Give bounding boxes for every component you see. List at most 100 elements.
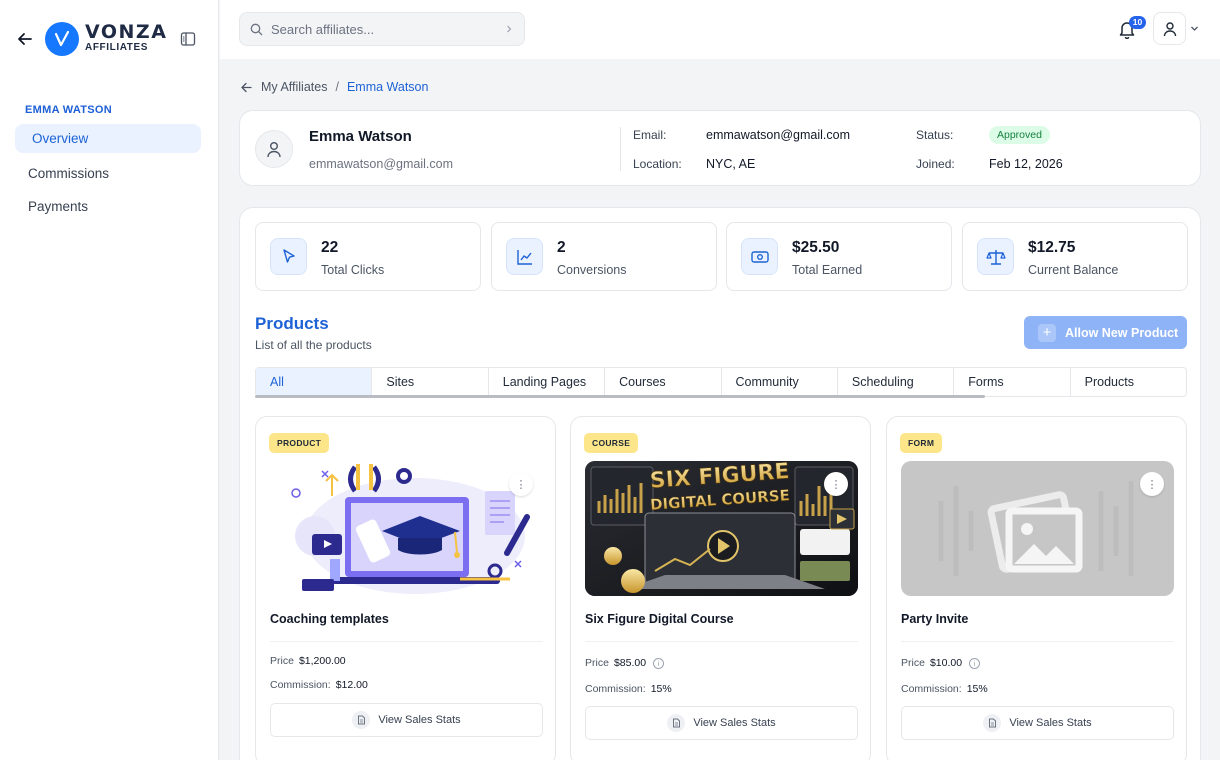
user-icon bbox=[1163, 21, 1176, 36]
products-subtitle: List of all the products bbox=[255, 338, 372, 352]
commission-label: Commission: bbox=[270, 679, 331, 691]
sidebar-item-payments[interactable]: Payments bbox=[15, 192, 201, 221]
back-arrow-icon[interactable] bbox=[240, 81, 253, 94]
line-chart-icon bbox=[506, 238, 543, 275]
product-thumbnail: ⋮ bbox=[270, 461, 543, 596]
stat-total-earned: $25.50 Total Earned bbox=[726, 222, 952, 291]
product-card[interactable]: PRODUCT ⋮ Coaching templates Price $1,20… bbox=[255, 416, 556, 760]
divider bbox=[270, 641, 543, 642]
view-sales-stats-label: View Sales Stats bbox=[1009, 717, 1092, 729]
stat-value: $25.50 bbox=[792, 239, 840, 256]
commission-row: Commission: $12.00 bbox=[270, 679, 368, 691]
product-type-tag: COURSE bbox=[584, 433, 639, 453]
product-name: Party Invite bbox=[901, 612, 969, 626]
education-illustration bbox=[291, 464, 530, 594]
product-card[interactable]: FORM ⋮ Party Invite Price $10.00 i Commi… bbox=[886, 416, 1187, 760]
product-thumbnail: ⋮ bbox=[901, 461, 1174, 596]
notification-badge: 10 bbox=[1129, 16, 1146, 29]
breadcrumb-current: Emma Watson bbox=[346, 80, 429, 94]
commission-label: Commission: bbox=[585, 683, 646, 695]
product-type-tag: FORM bbox=[900, 433, 943, 453]
tab-community[interactable]: Community bbox=[722, 368, 838, 396]
tab-courses[interactable]: Courses bbox=[605, 368, 722, 396]
commission-label: Commission: bbox=[901, 683, 962, 695]
chevron-down-icon[interactable] bbox=[1190, 24, 1199, 33]
stat-label: Total Clicks bbox=[321, 263, 385, 277]
price-label: Price bbox=[270, 655, 294, 667]
cursor-icon bbox=[270, 238, 307, 275]
stat-total-clicks: 22 Total Clicks bbox=[255, 222, 481, 291]
email-value: emmawatson@gmail.com bbox=[706, 128, 850, 142]
brand-sub: AFFILIATES bbox=[85, 42, 149, 53]
search-placeholder: Search affiliates... bbox=[271, 22, 375, 37]
user-menu-button[interactable] bbox=[1153, 12, 1186, 45]
brand-logo: VONZA AFFILIATES bbox=[85, 22, 167, 54]
document-icon bbox=[983, 714, 1002, 732]
view-sales-stats-button[interactable]: View Sales Stats bbox=[270, 703, 543, 737]
product-type-tabs: All Sites Landing Pages Courses Communit… bbox=[255, 367, 1187, 397]
status-badge: Approved bbox=[989, 126, 1050, 144]
location-label: Location: bbox=[633, 157, 682, 171]
product-type-tag: PRODUCT bbox=[269, 433, 330, 453]
stat-value: $12.75 bbox=[1028, 239, 1076, 256]
price-value: $85.00 bbox=[613, 657, 647, 669]
price-value: $10.00 bbox=[929, 657, 963, 669]
commission-row: Commission: 15% bbox=[585, 683, 672, 695]
sidebar: VONZA AFFILIATES EMMA WATSON Overview Co… bbox=[0, 0, 219, 760]
tab-sites[interactable]: Sites bbox=[372, 368, 489, 396]
sidebar-item-commissions[interactable]: Commissions bbox=[15, 159, 201, 188]
product-card[interactable]: COURSE SIX FIGURE DIGITAL COURSE ⋮ Six F… bbox=[570, 416, 871, 760]
document-icon bbox=[667, 714, 686, 732]
tab-landing-pages[interactable]: Landing Pages bbox=[489, 368, 606, 396]
products-title: Products bbox=[255, 314, 329, 333]
price-row: Price $10.00 i bbox=[901, 657, 981, 669]
info-icon[interactable]: i bbox=[653, 657, 665, 669]
stat-conversions: 2 Conversions bbox=[491, 222, 717, 291]
divider bbox=[585, 641, 858, 642]
chevron-right-icon bbox=[507, 25, 512, 33]
info-icon[interactable]: i bbox=[969, 657, 981, 669]
commission-value: 15% bbox=[650, 683, 672, 695]
search-input[interactable]: Search affiliates... bbox=[239, 12, 525, 46]
breadcrumb-parent[interactable]: My Affiliates bbox=[261, 80, 327, 94]
more-options-icon[interactable]: ⋮ bbox=[509, 472, 533, 496]
joined-value: Feb 12, 2026 bbox=[989, 157, 1063, 171]
document-icon bbox=[352, 711, 371, 729]
money-icon bbox=[741, 238, 778, 275]
tab-products[interactable]: Products bbox=[1071, 368, 1186, 396]
stat-value: 22 bbox=[321, 239, 339, 256]
affiliate-name: Emma Watson bbox=[309, 128, 412, 145]
commission-row: Commission: 15% bbox=[901, 683, 988, 695]
back-arrow-icon[interactable] bbox=[16, 30, 34, 48]
course-thumbnail-image: SIX FIGURE DIGITAL COURSE bbox=[585, 461, 858, 596]
brand-name: VONZA bbox=[85, 21, 168, 43]
price-row: Price $1,200.00 bbox=[270, 655, 346, 667]
sidebar-item-overview[interactable]: Overview bbox=[15, 124, 201, 153]
sidebar-collapse-icon[interactable] bbox=[180, 31, 196, 47]
commission-value: 15% bbox=[966, 683, 988, 695]
tab-forms[interactable]: Forms bbox=[954, 368, 1071, 396]
view-sales-stats-button[interactable]: View Sales Stats bbox=[585, 706, 858, 740]
topbar: Search affiliates... 10 bbox=[220, 0, 1220, 59]
more-options-icon[interactable]: ⋮ bbox=[1140, 472, 1164, 496]
affiliate-profile-card: Emma Watson emmawatson@gmail.com Email: … bbox=[239, 110, 1201, 186]
image-placeholder-icon bbox=[938, 481, 1134, 576]
location-value: NYC, AE bbox=[706, 157, 756, 171]
affiliate-email: emmawatson@gmail.com bbox=[309, 157, 453, 171]
price-label: Price bbox=[901, 657, 925, 669]
stat-value: 2 bbox=[557, 239, 566, 256]
view-sales-stats-label: View Sales Stats bbox=[378, 714, 461, 726]
tabs-scrollbar[interactable] bbox=[255, 395, 985, 398]
brand-logo-mark bbox=[45, 22, 79, 56]
breadcrumb-separator: / bbox=[335, 80, 339, 94]
search-icon bbox=[250, 23, 263, 36]
price-label: Price bbox=[585, 657, 609, 669]
joined-label: Joined: bbox=[916, 157, 955, 171]
more-options-icon[interactable]: ⋮ bbox=[824, 472, 848, 496]
allow-new-product-button[interactable]: + Allow New Product bbox=[1024, 316, 1187, 349]
divider bbox=[901, 641, 1174, 642]
tab-scheduling[interactable]: Scheduling bbox=[838, 368, 955, 396]
tab-all[interactable]: All bbox=[256, 368, 373, 396]
view-sales-stats-button[interactable]: View Sales Stats bbox=[901, 706, 1174, 740]
commission-value: $12.00 bbox=[335, 679, 368, 691]
